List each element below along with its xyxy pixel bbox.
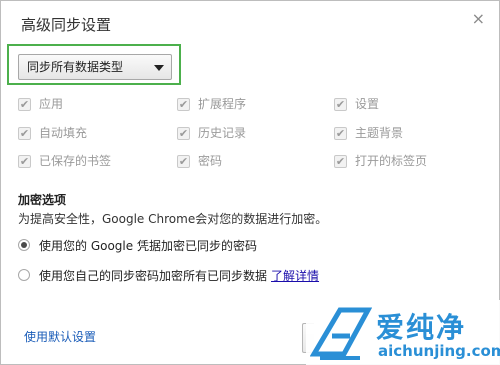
radio-selected-icon bbox=[18, 239, 30, 251]
checkbox-label: 主题背景 bbox=[355, 126, 404, 140]
checkbox-apps[interactable]: ✔ 应用 bbox=[18, 96, 63, 112]
radio-unselected-icon bbox=[18, 269, 30, 281]
checkmark-icon: ✔ bbox=[18, 126, 31, 140]
encryption-description: 为提高安全性，Google Chrome会对您的数据进行加密。 bbox=[18, 212, 328, 226]
checkbox-autofill[interactable]: ✔ 自动填充 bbox=[18, 125, 87, 141]
checkbox-label: 已保存的书签 bbox=[39, 154, 112, 168]
use-default-settings-link[interactable]: 使用默认设置 bbox=[24, 328, 96, 345]
checkmark-icon: ✔ bbox=[177, 97, 190, 111]
checkbox-label: 应用 bbox=[39, 97, 64, 111]
dropdown-arrow-icon bbox=[154, 65, 164, 71]
checkbox-extensions[interactable]: ✔ 扩展程序 bbox=[177, 96, 246, 112]
close-icon[interactable]: × bbox=[472, 9, 485, 28]
radio-label: 使用您的 Google 凭据加密已同步的密码 bbox=[39, 238, 257, 253]
watermark-text: 爱纯净 bbox=[376, 311, 467, 344]
checkbox-label: 打开的标签页 bbox=[355, 154, 428, 168]
checkmark-icon: ✔ bbox=[177, 126, 190, 140]
checkbox-settings[interactable]: ✔ 设置 bbox=[334, 96, 379, 112]
learn-more-link[interactable]: 了解详情 bbox=[271, 267, 319, 284]
checkbox-label: 密码 bbox=[198, 154, 223, 168]
checkbox-bookmarks[interactable]: ✔ 已保存的书签 bbox=[18, 153, 111, 169]
radio-google-credentials[interactable]: 使用您的 Google 凭据加密已同步的密码 bbox=[18, 236, 257, 254]
checkbox-passwords[interactable]: ✔ 密码 bbox=[177, 153, 222, 169]
checkbox-open-tabs[interactable]: ✔ 打开的标签页 bbox=[334, 153, 427, 169]
radio-own-passphrase[interactable]: 使用您自己的同步密码加密所有已同步数据 了解详情 bbox=[18, 266, 319, 284]
checkmark-icon: ✔ bbox=[18, 154, 31, 168]
sync-type-select-value: 同步所有数据类型 bbox=[27, 60, 124, 74]
watermark-logo-icon bbox=[310, 307, 372, 360]
checkbox-history[interactable]: ✔ 历史记录 bbox=[177, 125, 246, 141]
checkbox-label: 自动填充 bbox=[39, 126, 88, 140]
checkbox-themes[interactable]: ✔ 主题背景 bbox=[334, 125, 403, 141]
sync-type-select[interactable]: 同步所有数据类型 bbox=[18, 54, 172, 80]
encryption-section-title: 加密选项 bbox=[18, 193, 67, 207]
dialog-title: 高级同步设置 bbox=[21, 16, 112, 34]
checkmark-icon: ✔ bbox=[177, 154, 190, 168]
watermark-url: aichunjing.com bbox=[378, 342, 500, 360]
checkbox-label: 历史记录 bbox=[198, 126, 247, 140]
checkbox-label: 设置 bbox=[355, 97, 380, 111]
checkmark-icon: ✔ bbox=[334, 97, 347, 111]
checkmark-icon: ✔ bbox=[334, 154, 347, 168]
radio-label: 使用您自己的同步密码加密所有已同步数据 bbox=[39, 268, 268, 283]
checkmark-icon: ✔ bbox=[18, 97, 31, 111]
checkmark-icon: ✔ bbox=[334, 126, 347, 140]
checkbox-label: 扩展程序 bbox=[198, 97, 247, 111]
watermark: 爱纯净 aichunjing.com bbox=[306, 300, 500, 365]
